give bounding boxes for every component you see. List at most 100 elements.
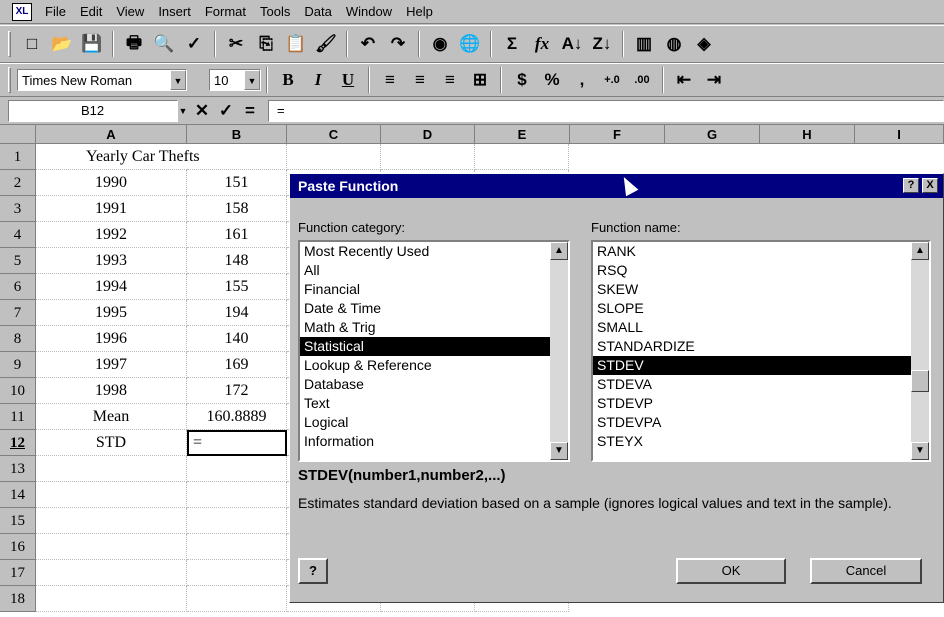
column-header-c[interactable]: C — [287, 125, 381, 144]
cell-a9[interactable]: 1997 — [36, 352, 187, 378]
row-header[interactable]: 5 — [0, 248, 36, 274]
save-icon[interactable]: 💾 — [77, 30, 107, 58]
comma-icon[interactable]: , — [567, 66, 597, 94]
merge-center-icon[interactable]: ⊞ — [465, 66, 495, 94]
row-header[interactable]: 7 — [0, 300, 36, 326]
category-item[interactable]: Text — [300, 394, 568, 413]
cell-a8[interactable]: 1996 — [36, 326, 187, 352]
cell-b3[interactable]: 158 — [187, 196, 287, 222]
decrease-indent-icon[interactable]: ⇤ — [669, 66, 699, 94]
cell-a12[interactable]: STD — [36, 430, 187, 456]
menu-insert[interactable]: Insert — [151, 4, 198, 19]
column-header-f[interactable]: F — [570, 125, 665, 144]
category-scrollbar[interactable]: ▲ ▼ — [550, 242, 568, 460]
function-item[interactable]: RSQ — [593, 261, 929, 280]
column-header-d[interactable]: D — [381, 125, 475, 144]
row-header[interactable]: 9 — [0, 352, 36, 378]
drawing-icon[interactable]: ◈ — [689, 30, 719, 58]
column-header-h[interactable]: H — [760, 125, 855, 144]
column-header-e[interactable]: E — [475, 125, 570, 144]
formula-input[interactable]: = — [268, 99, 944, 122]
cell-a17[interactable] — [36, 560, 187, 586]
cell-b5[interactable]: 148 — [187, 248, 287, 274]
undo-icon[interactable]: ↶ — [353, 30, 383, 58]
function-item[interactable]: RANK — [593, 242, 929, 261]
ok-button[interactable]: OK — [676, 558, 786, 584]
name-box[interactable]: B12 — [8, 99, 178, 122]
chart-wizard-icon[interactable]: ▥ — [629, 30, 659, 58]
underline-button[interactable]: U — [333, 66, 363, 94]
row-header[interactable]: 4 — [0, 222, 36, 248]
row-header[interactable]: 8 — [0, 326, 36, 352]
column-header-b[interactable]: B — [187, 125, 287, 144]
toolbar-grip[interactable] — [8, 31, 11, 57]
row-header[interactable]: 13 — [0, 456, 36, 482]
font-name-combo[interactable]: Times New Roman ▼ — [17, 69, 187, 91]
chevron-down-icon[interactable]: ▼ — [176, 100, 190, 122]
close-icon[interactable]: X — [922, 178, 938, 193]
align-right-icon[interactable]: ≡ — [435, 66, 465, 94]
dialog-title-bar[interactable]: Paste Function ? X — [290, 174, 943, 198]
cell-b1[interactable] — [187, 144, 287, 170]
copy-icon[interactable]: ⎘ — [251, 30, 281, 58]
scroll-up-icon[interactable]: ▲ — [550, 242, 568, 260]
sort-ascending-icon[interactable]: A↓ — [557, 30, 587, 58]
cell-b8[interactable]: 140 — [187, 326, 287, 352]
toolbar-grip[interactable] — [8, 67, 11, 93]
autosum-icon[interactable]: Σ — [497, 30, 527, 58]
menu-file[interactable]: File — [38, 4, 73, 19]
function-item[interactable]: SMALL — [593, 318, 929, 337]
cell-b11[interactable]: 160.8889 — [187, 404, 287, 430]
category-item[interactable]: Logical — [300, 413, 568, 432]
cell-b2[interactable]: 151 — [187, 170, 287, 196]
edit-formula-icon[interactable]: = — [238, 100, 262, 122]
function-item[interactable]: STEYX — [593, 432, 929, 451]
cell-b13[interactable] — [187, 456, 287, 482]
cell-a18[interactable] — [36, 586, 187, 612]
cell-b12[interactable]: = — [187, 430, 287, 456]
menu-help[interactable]: Help — [399, 4, 440, 19]
cell-b4[interactable]: 161 — [187, 222, 287, 248]
row-header[interactable]: 18 — [0, 586, 36, 612]
row-header[interactable]: 14 — [0, 482, 36, 508]
align-left-icon[interactable]: ≡ — [375, 66, 405, 94]
row-header[interactable]: 15 — [0, 508, 36, 534]
function-item[interactable]: STDEVP — [593, 394, 929, 413]
format-painter-icon[interactable]: 🖌 — [311, 30, 341, 58]
increase-decimal-icon[interactable]: +.0 — [597, 66, 627, 94]
web-icon[interactable]: ◉ — [425, 30, 455, 58]
row-header[interactable]: 11 — [0, 404, 36, 430]
cell-d1[interactable] — [381, 144, 475, 170]
currency-icon[interactable]: $ — [507, 66, 537, 94]
row-header[interactable]: 16 — [0, 534, 36, 560]
column-header-a[interactable]: A — [36, 125, 187, 144]
scroll-up-icon[interactable]: ▲ — [911, 242, 929, 260]
function-item[interactable]: STDEVA — [593, 375, 929, 394]
paste-icon[interactable]: 📋 — [281, 30, 311, 58]
row-header[interactable]: 2 — [0, 170, 36, 196]
function-item[interactable]: STANDARDIZE — [593, 337, 929, 356]
row-header[interactable]: 3 — [0, 196, 36, 222]
cell-a10[interactable]: 1998 — [36, 378, 187, 404]
cell-a16[interactable] — [36, 534, 187, 560]
row-header[interactable]: 1 — [0, 144, 36, 170]
category-item[interactable]: Math & Trig — [300, 318, 568, 337]
category-item[interactable]: Statistical — [300, 337, 568, 356]
row-header[interactable]: 17 — [0, 560, 36, 586]
chevron-down-icon[interactable]: ▼ — [170, 70, 186, 90]
cell-b15[interactable] — [187, 508, 287, 534]
percent-icon[interactable]: % — [537, 66, 567, 94]
scroll-thumb[interactable] — [911, 370, 929, 392]
cell-b10[interactable]: 172 — [187, 378, 287, 404]
cell-a3[interactable]: 1991 — [36, 196, 187, 222]
category-item[interactable]: Most Recently Used — [300, 242, 568, 261]
cell-b7[interactable]: 194 — [187, 300, 287, 326]
category-item[interactable]: Lookup & Reference — [300, 356, 568, 375]
category-item[interactable]: All — [300, 261, 568, 280]
cell-b14[interactable] — [187, 482, 287, 508]
redo-icon[interactable]: ↷ — [383, 30, 413, 58]
cell-b17[interactable] — [187, 560, 287, 586]
function-item[interactable]: SKEW — [593, 280, 929, 299]
paste-function-icon[interactable]: fx — [527, 30, 557, 58]
category-item[interactable]: Financial — [300, 280, 568, 299]
